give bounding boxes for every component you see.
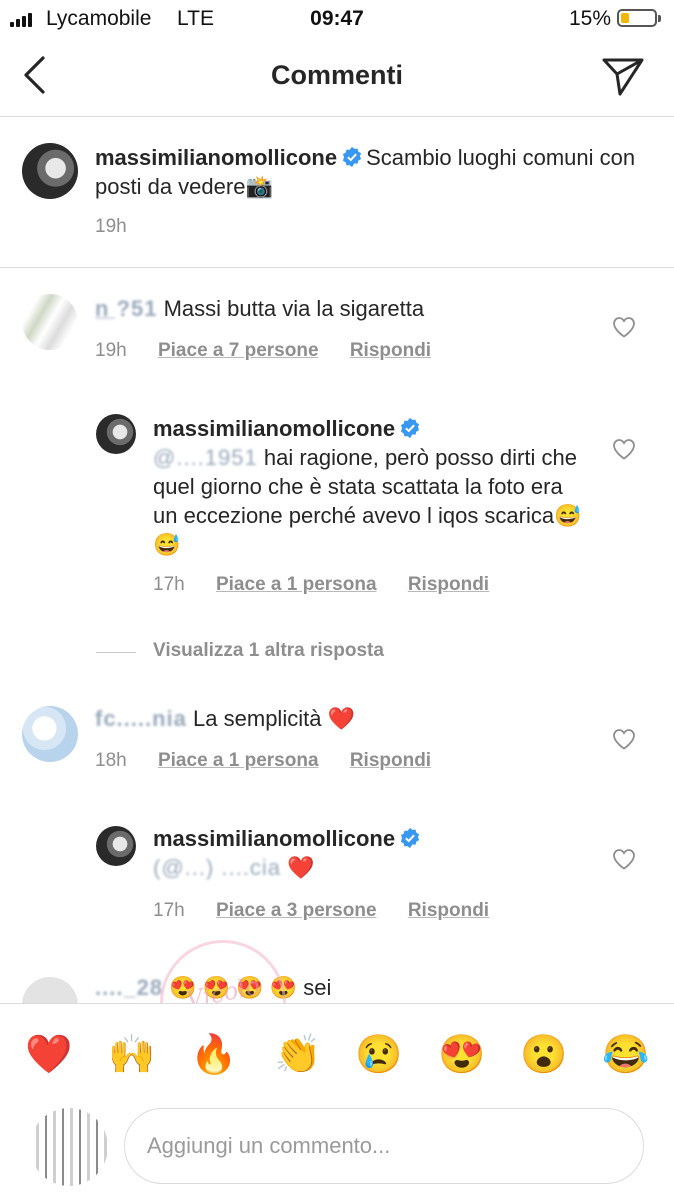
reply-button[interactable]: Rispondi [408,900,489,921]
avatar[interactable] [96,414,136,454]
heart-outline-icon[interactable] [612,316,636,338]
comment: n̲̲ ?51 Massi butta via la sigaretta 19h… [0,268,674,378]
likes-link[interactable]: Piace a 1 persona [216,574,377,595]
divider-line [96,652,136,653]
reply-comment: massimilianomollicone @....1951 hai ragi… [0,390,674,610]
paper-plane-icon[interactable] [600,54,646,98]
comment-text: Massi butta via la sigaretta [163,296,425,321]
emoji-red-heart[interactable]: ❤️ [25,1032,72,1078]
comment-username[interactable]: fc.....nia [95,706,187,731]
verified-badge-icon [343,146,362,168]
emoji-crying-face[interactable]: 😢 [355,1032,402,1078]
emoji-surprised-face[interactable]: 😮 [520,1032,567,1078]
comment-timestamp: 18h [95,750,127,771]
comment-input[interactable]: Aggiungi un commento... [124,1108,644,1184]
heart-outline-icon[interactable] [612,438,636,460]
avatar[interactable] [96,826,136,866]
comment-username[interactable]: ...._28 [95,975,163,1000]
page-title: Commenti [270,60,403,90]
comment: fc.....nia La semplicità ❤️ 18h Piace a … [0,680,674,790]
header: Commenti [0,40,674,117]
comment-username[interactable]: massimilianomollicone [153,826,395,851]
battery-icon [617,9,661,27]
comment-timestamp: 17h [153,900,185,921]
avatar[interactable] [22,977,78,1003]
heart-outline-icon[interactable] [612,728,636,750]
reply-button[interactable]: Rispondi [350,750,431,771]
status-bar: Lycamobile LTE 09:47 15% [0,0,674,40]
caption-timestamp: 19h [95,216,127,237]
reply-button[interactable]: Rispondi [408,574,489,595]
avatar[interactable] [22,294,78,350]
emoji-raising-hands[interactable]: 🙌 [108,1032,155,1078]
view-more-label: Visualizza 1 altra risposta [153,640,384,661]
battery-percent: 15% [569,7,612,30]
emoji-fire[interactable]: 🔥 [190,1032,237,1078]
mention-link[interactable]: (@...) ....cia [153,855,281,880]
view-more-replies[interactable]: Visualizza 1 altra risposta [96,640,596,666]
emoji-tears-of-joy[interactable]: 😂 [602,1032,649,1078]
comment: ...._28 😍 😍 😍 😍 sei [0,955,674,1003]
verified-badge-icon [401,827,420,849]
caption-username[interactable]: massimilianomollicone [95,145,337,170]
own-avatar [30,1108,108,1186]
reply-comment: massimilianomollicone (@...) ....cia ❤️ … [0,800,674,930]
red-heart-emoji: ❤️ [287,855,315,880]
emoji-heart-eyes[interactable]: 😍 [438,1032,485,1078]
likes-link[interactable]: Piace a 7 persone [158,340,319,361]
likes-link[interactable]: Piace a 3 persone [216,900,377,921]
emoji-clapping-hands[interactable]: 👏 [274,1032,321,1078]
comment-username[interactable]: massimilianomollicone [153,416,395,441]
quick-emoji-bar: ❤️ 🙌 🔥 👏 😢 😍 😮 😂 [0,1003,674,1100]
comment-input-row: Aggiungi un commento... [0,1100,674,1200]
verified-badge-icon [401,417,420,439]
avatar[interactable] [22,706,78,762]
likes-link[interactable]: Piace a 1 persona [158,750,319,771]
comment-timestamp: 17h [153,574,185,595]
comment-timestamp: 19h [95,340,127,361]
caption-text-block: massimilianomollicone Scambio luoghi comu… [95,143,655,201]
comment-username[interactable]: n̲̲ ?51 [95,296,157,321]
mention-link[interactable]: @....1951 [153,445,258,470]
comment-text: La semplicità [193,706,322,731]
heart-outline-icon[interactable] [612,848,636,870]
reply-button[interactable]: Rispondi [350,340,431,361]
avatar[interactable] [22,143,78,199]
camera-flash-emoji: 📸 [245,174,273,199]
post-caption: massimilianomollicone Scambio luoghi comu… [0,117,674,268]
red-heart-emoji: ❤️ [327,706,355,731]
